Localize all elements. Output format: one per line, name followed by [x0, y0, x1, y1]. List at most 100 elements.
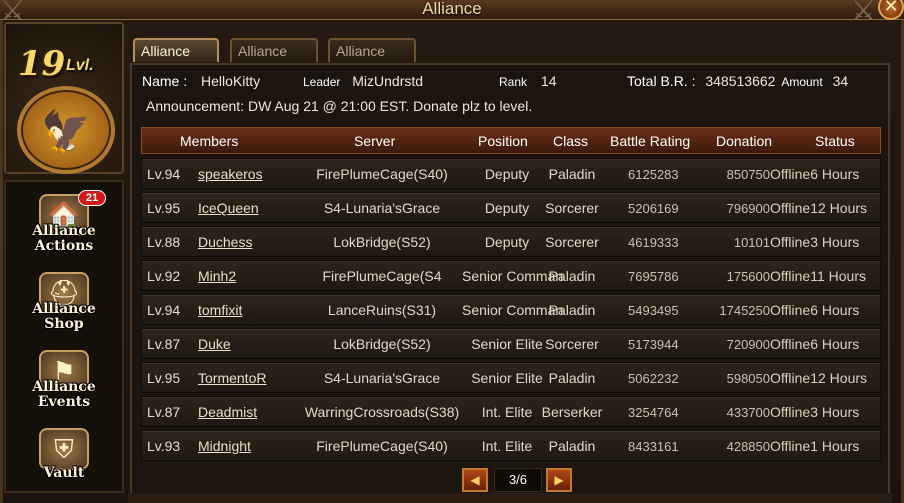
sidebar-item-vault[interactable]: ⛨ Vault: [6, 422, 122, 498]
sidebar-item-alliance-events[interactable]: ⚑ Alliance Events: [6, 344, 122, 420]
table-row[interactable]: Lv.87 Duke LokBridge(S52) Senior Elite S…: [141, 328, 881, 359]
window-title: Alliance: [422, 0, 482, 18]
name-label: Name :: [142, 73, 188, 89]
member-name-link[interactable]: speakeros: [198, 159, 263, 190]
sidebar-item-label: Shop: [44, 316, 84, 332]
column-header-class[interactable]: Class: [553, 128, 588, 154]
prev-page-button[interactable]: ◀: [462, 468, 488, 492]
total-br-value: 348513662: [705, 73, 776, 89]
table-row[interactable]: Lv.95 TormentoR S4-Lunaria'sGrace Senior…: [141, 362, 881, 393]
pagination: ◀ 3/6 ▶: [462, 468, 572, 492]
member-battle-rating: 6125283: [628, 167, 679, 182]
member-class: Sorcerer: [545, 200, 599, 216]
member-level: Lv.93: [147, 438, 181, 454]
member-name-link[interactable]: Minh2: [198, 261, 236, 292]
member-level: Lv.88: [147, 234, 181, 250]
member-server: S4-Lunaria'sGrace: [323, 200, 441, 216]
member-server: FirePlumeCage(S40): [316, 166, 448, 182]
sidebar-item-label: Actions: [34, 238, 94, 254]
alliance-level-number: 19: [18, 44, 66, 84]
member-status: Offline11 Hours: [770, 268, 866, 284]
member-name-link[interactable]: IceQueen: [198, 193, 259, 224]
member-status: Offline3 Hours: [770, 404, 860, 420]
member-name-link[interactable]: tomfixit: [198, 295, 242, 326]
table-row[interactable]: Lv.87 Deadmist WarringCrossroads(S38) In…: [141, 396, 881, 427]
table-row[interactable]: Lv.95 IceQueen S4-Lunaria'sGrace Deputy …: [141, 192, 881, 223]
notification-badge: 21: [78, 190, 106, 206]
member-server: LokBridge(S52): [333, 336, 431, 352]
members-table-header: Members Server Position Class Battle Rat…: [141, 127, 881, 154]
sidebar-item-alliance-actions[interactable]: 🏠 21 Alliance Actions: [6, 188, 122, 264]
member-battle-rating: 5062232: [628, 371, 679, 386]
alliance-name-row: Name : HelloKitty: [142, 73, 260, 89]
title-bar: ⚔ Alliance ⚔ ✕: [0, 0, 904, 26]
member-class: Sorcerer: [545, 336, 599, 352]
member-name-link[interactable]: Deadmist: [198, 397, 257, 428]
table-row[interactable]: Lv.92 Minh2 FirePlumeCage(S4 Senior Comm…: [141, 260, 881, 291]
member-status: Offline3 Hours: [770, 234, 860, 250]
member-server: LanceRuins(S31): [327, 302, 437, 318]
table-row[interactable]: Lv.88 Duchess LokBridge(S52) Deputy Sorc…: [141, 226, 881, 257]
sidebar-item-label: Alliance: [32, 223, 96, 239]
member-level: Lv.94: [147, 166, 181, 182]
member-name-link[interactable]: TormentoR: [198, 363, 266, 394]
member-battle-rating: 8433161: [628, 439, 679, 454]
table-row[interactable]: Lv.93 Midnight FirePlumeCage(S40) Int. E…: [141, 430, 881, 461]
panel-bottom-border: [128, 493, 892, 503]
leader-label: Leader: [303, 75, 341, 89]
rank-label: Rank: [499, 75, 528, 89]
member-donation: 850750: [726, 167, 770, 182]
member-donation: 796900: [726, 201, 770, 216]
sidebar-item-alliance-shop[interactable]: ⛑ Alliance Shop: [6, 266, 122, 342]
column-header-status[interactable]: Status: [815, 128, 855, 154]
member-level: Lv.95: [147, 200, 181, 216]
member-name-link[interactable]: Duchess: [198, 227, 252, 258]
column-header-battle-rating[interactable]: Battle Rating: [610, 128, 690, 154]
member-level: Lv.95: [147, 370, 181, 386]
column-header-position[interactable]: Position: [478, 128, 528, 154]
member-name-link[interactable]: Midnight: [198, 431, 251, 462]
vault-icon: ⛨: [39, 428, 89, 470]
member-class: Paladin: [548, 268, 596, 284]
tab-alliance-log[interactable]: Alliance Log: [230, 38, 318, 81]
member-class: Sorcerer: [545, 234, 599, 250]
member-status: Offline6 Hours: [770, 336, 860, 352]
amount-value: 34: [832, 73, 849, 89]
member-battle-rating: 4619333: [628, 235, 679, 250]
next-page-button[interactable]: ▶: [546, 468, 572, 492]
member-class: Paladin: [548, 302, 596, 318]
table-row[interactable]: Lv.94 speakeros FirePlumeCage(S40) Deput…: [141, 158, 881, 189]
table-row[interactable]: Lv.94 tomfixit LanceRuins(S31) Senior Co…: [141, 294, 881, 325]
member-level: Lv.92: [147, 268, 181, 284]
alliance-level-box: 19 Lvl. 🦅: [4, 22, 124, 174]
announcement: Announcement: DW Aug 21 @ 21:00 EST. Don…: [146, 98, 533, 114]
member-status: Offline1 Hours: [770, 438, 860, 454]
leader-name: MizUndrstd: [352, 73, 424, 89]
page-indicator: 3/6: [494, 468, 542, 492]
column-header-donation[interactable]: Donation: [716, 128, 772, 154]
tab-alliance-list[interactable]: Alliance List: [328, 38, 416, 81]
member-battle-rating: 5206169: [628, 201, 679, 216]
member-name-link[interactable]: Duke: [198, 329, 231, 360]
member-donation: 433700: [726, 405, 770, 420]
rank-value: 14: [540, 73, 557, 89]
member-status: Offline12 Hours: [770, 200, 868, 216]
member-status: Offline12 Hours: [770, 370, 868, 386]
alliance-emblem-icon[interactable]: 🦅: [17, 86, 115, 174]
member-server: FirePlumeCage(S40): [316, 438, 448, 454]
member-server: FirePlumeCage(S4: [322, 268, 442, 284]
sidebar-nav: 🏠 21 Alliance Actions ⛑ Alliance Shop ⚑ …: [4, 180, 124, 493]
total-br-label: Total B.R. :: [627, 73, 696, 89]
member-battle-rating: 7695786: [628, 269, 679, 284]
member-class: Paladin: [548, 166, 596, 182]
tab-alliance-info[interactable]: Alliance Info: [133, 38, 219, 81]
arrow-right-icon: ▶: [554, 473, 564, 487]
column-header-members[interactable]: Members: [180, 128, 238, 154]
member-level: Lv.94: [147, 302, 181, 318]
sidebar-item-label: Events: [37, 394, 91, 410]
member-status: Offline6 Hours: [770, 302, 860, 318]
column-header-server[interactable]: Server: [354, 128, 395, 154]
member-battle-rating: 5173944: [628, 337, 679, 352]
amount-label: Amount: [781, 75, 823, 89]
member-server: WarringCrossroads(S38): [304, 404, 460, 420]
